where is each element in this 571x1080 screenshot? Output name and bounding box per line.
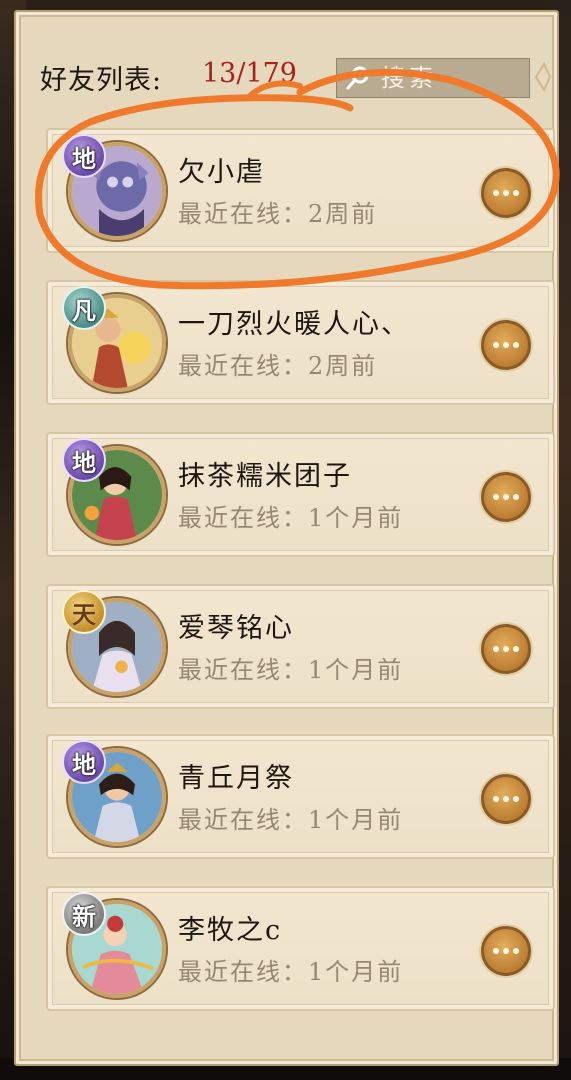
friend-name: 抹茶糯米团子: [178, 461, 352, 492]
friend-card[interactable]: 凡 一刀烈火暖人心、 最近在线：2周前: [46, 280, 555, 405]
ellipsis-icon: [493, 796, 519, 802]
friend-card[interactable]: 新 李牧之c 最近在线：1个月前: [46, 886, 555, 1011]
more-options-button[interactable]: [481, 774, 531, 824]
friend-name: 爱琴铭心: [178, 613, 294, 644]
more-options-button[interactable]: [481, 624, 531, 674]
rank-badge: 新: [62, 892, 106, 936]
friend-card[interactable]: 地 欠小虐 最近在线：2周前: [46, 128, 555, 253]
rank-badge: 天: [62, 590, 106, 634]
search-box[interactable]: [336, 58, 530, 98]
friend-card[interactable]: 地 青丘月祭 最近在线：1个月前: [46, 734, 555, 859]
ellipsis-icon: [493, 494, 519, 500]
last-online-status: 最近在线：1个月前: [178, 504, 404, 532]
ellipsis-icon: [493, 190, 519, 196]
ellipsis-icon: [493, 646, 519, 652]
rank-badge: 地: [62, 438, 106, 482]
last-online-status: 最近在线：1个月前: [178, 958, 404, 986]
more-options-button[interactable]: [481, 320, 531, 370]
rank-badge: 地: [62, 740, 106, 784]
friend-card[interactable]: 天 爱琴铭心 最近在线：1个月前: [46, 584, 555, 709]
last-online-status: 最近在线：2周前: [178, 200, 378, 228]
last-online-status: 最近在线：1个月前: [178, 806, 404, 834]
search-frame-ornament-icon: [534, 61, 552, 93]
more-options-button[interactable]: [481, 168, 531, 218]
friend-list-title: 好友列表:: [40, 65, 163, 96]
friend-name: 青丘月祭: [178, 763, 294, 794]
more-options-button[interactable]: [481, 926, 531, 976]
search-icon: [346, 66, 369, 90]
search-input[interactable]: [379, 63, 523, 93]
more-options-button[interactable]: [481, 472, 531, 522]
last-online-status: 最近在线：2周前: [178, 352, 378, 380]
ellipsis-icon: [493, 948, 519, 954]
last-online-status: 最近在线：1个月前: [178, 656, 404, 684]
ellipsis-icon: [493, 342, 519, 348]
rank-badge: 凡: [62, 286, 106, 330]
friend-name: 李牧之c: [178, 915, 283, 946]
friend-card[interactable]: 地 抹茶糯米团子 最近在线：1个月前: [46, 432, 555, 557]
friend-name: 欠小虐: [178, 157, 265, 188]
rank-badge: 地: [62, 134, 106, 178]
friend-name: 一刀烈火暖人心、: [178, 309, 410, 340]
friend-count: 13/179: [202, 58, 297, 89]
